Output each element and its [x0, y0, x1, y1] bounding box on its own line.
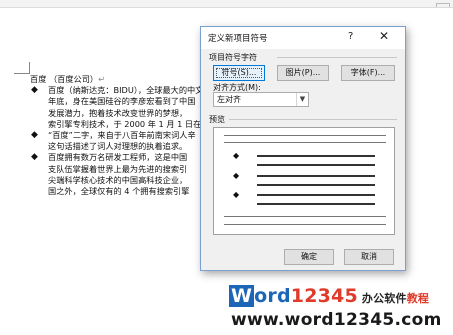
- cancel-button-label: 取消: [361, 252, 377, 261]
- preview-line: [257, 155, 375, 157]
- define-bullet-dialog: 定义新项目符号 ? ✕ 项目符号字符 符号(S)... 图片(P)... 字体(…: [200, 26, 406, 271]
- help-button[interactable]: ?: [348, 31, 353, 42]
- logo-text: ord: [254, 285, 291, 307]
- font-button[interactable]: 字体(F)...: [341, 65, 395, 81]
- page-corner-mark: [14, 62, 30, 74]
- preview-line: [257, 194, 375, 196]
- logo-letter: W: [229, 285, 255, 307]
- ok-button-label: 确定: [301, 252, 317, 261]
- preview-pane: ◆ ◆ ◆: [213, 127, 395, 235]
- bullet-diamond-icon: ◆: [31, 85, 38, 96]
- font-button-label: 字体(F)...: [350, 68, 386, 77]
- logo-tagline: 办公软件教程: [362, 292, 429, 305]
- preview-line: [224, 142, 386, 143]
- logo-number: 12345: [290, 285, 358, 307]
- paragraph-mark: ↵: [98, 74, 105, 84]
- ruler-marker[interactable]: [436, 3, 450, 7]
- preview-line: [224, 224, 386, 225]
- preview-line: [224, 135, 386, 136]
- chevron-down-icon: ▼: [296, 93, 308, 106]
- cancel-button[interactable]: 取消: [344, 249, 394, 265]
- close-icon[interactable]: ✕: [379, 29, 389, 43]
- bullet-character-group-label: 项目符号字符: [209, 53, 257, 62]
- picture-button-label: 图片(P)...: [285, 68, 321, 77]
- watermark: Word12345 办公软件教程 www.word12345.com: [225, 285, 453, 335]
- bullet-diamond-icon: ◆: [233, 151, 240, 160]
- bullet-diamond-icon: ◆: [233, 171, 240, 180]
- preview-label: 预览: [209, 115, 225, 124]
- dialog-title: 定义新项目符号: [208, 34, 268, 44]
- ok-button[interactable]: 确定: [284, 249, 334, 265]
- alignment-value: 左对齐: [217, 95, 241, 104]
- bullet-diamond-icon: ◆: [233, 190, 240, 199]
- symbol-button[interactable]: 符号(S)...: [213, 65, 265, 81]
- preview-line: [257, 203, 375, 205]
- watermark-logo: Word12345 办公软件教程: [229, 285, 429, 309]
- horizontal-ruler: [0, 0, 453, 8]
- bullet-diamond-icon: ◆: [31, 152, 38, 163]
- preview-line: [224, 216, 386, 217]
- dialog-titlebar[interactable]: 定义新项目符号 ? ✕: [201, 27, 405, 49]
- preview-line: [257, 184, 375, 186]
- preview-line: [257, 164, 375, 166]
- bullet-diamond-icon: ◆: [31, 130, 38, 141]
- picture-button[interactable]: 图片(P)...: [277, 65, 329, 81]
- heading-text: 百度 （百度公司）: [30, 74, 99, 84]
- preview-line: [257, 175, 375, 177]
- logo-tagline-main: 办公软件: [361, 292, 407, 305]
- logo-tagline-accent: 教程: [406, 292, 430, 305]
- group-divider: [229, 119, 397, 120]
- focus-ring: [216, 68, 262, 78]
- group-divider: [277, 57, 397, 58]
- alignment-select[interactable]: 左对齐 ▼: [213, 92, 309, 107]
- watermark-url: www.word12345.com: [231, 310, 442, 330]
